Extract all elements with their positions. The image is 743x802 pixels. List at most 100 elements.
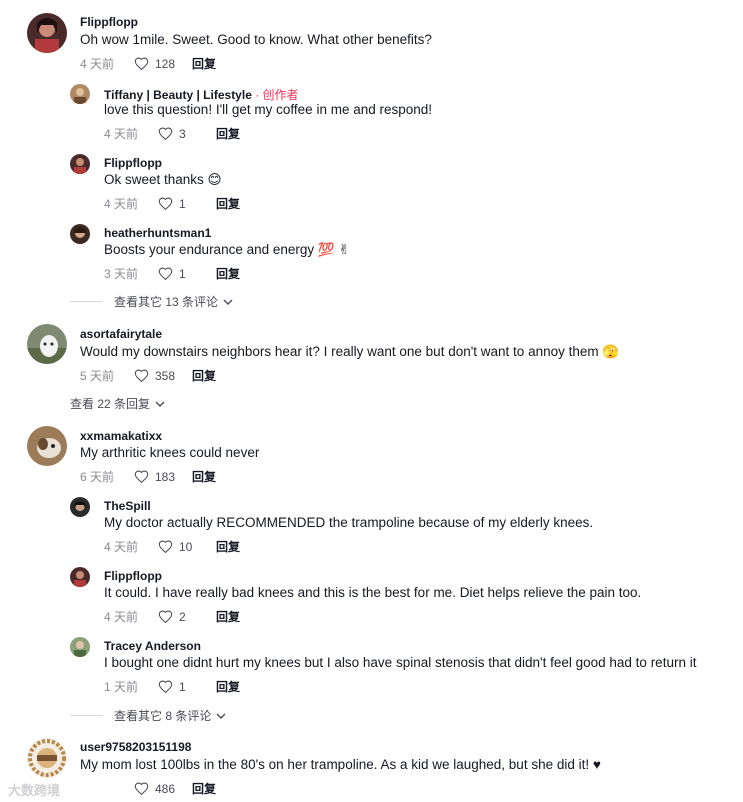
avatar[interactable] xyxy=(27,426,67,466)
comment-meta: 486 回复 xyxy=(80,780,216,797)
chevron-down-icon xyxy=(223,299,233,305)
divider xyxy=(70,301,102,302)
view-more-label: 查看其它 13 条评论 xyxy=(114,295,219,309)
comment-text: My mom lost 100lbs in the 80's on her tr… xyxy=(80,757,601,772)
comment-text: love this question! I'll get my coffee i… xyxy=(104,102,433,117)
avatar[interactable] xyxy=(27,738,67,778)
reply-button[interactable]: 回复 xyxy=(216,125,240,142)
comment-text: Would my downstairs neighbors hear it? I… xyxy=(80,344,620,359)
like-count: 358 xyxy=(155,368,176,383)
reply-button[interactable]: 回复 xyxy=(216,195,240,212)
like-button[interactable]: 183 xyxy=(134,470,192,484)
comment-text: My arthritic knees could never xyxy=(80,445,260,460)
chevron-down-icon xyxy=(216,713,226,719)
heart-icon xyxy=(134,57,149,70)
comment-meta: 4 天前 1 回复 xyxy=(104,195,240,212)
avatar[interactable] xyxy=(70,567,90,587)
comment-text: I bought one didnt hurt my knees but I a… xyxy=(104,655,697,670)
like-count: 3 xyxy=(179,126,186,141)
avatar[interactable] xyxy=(70,224,90,244)
like-count: 128 xyxy=(155,56,176,71)
view-more-label: 查看其它 8 条评论 xyxy=(114,709,212,723)
comment-time: 1 天前 xyxy=(104,680,139,694)
like-button[interactable]: 10 xyxy=(158,540,216,554)
comment-meta: 4 天前 3 回复 xyxy=(104,125,240,142)
comment-time: 4 天前 xyxy=(104,197,139,211)
like-button[interactable]: 1 xyxy=(158,197,216,211)
username-text: Tiffany | Beauty | Lifestyle xyxy=(104,88,252,102)
like-count: 1 xyxy=(179,196,186,211)
reply-button[interactable]: 回复 xyxy=(216,265,240,282)
reply-button[interactable]: 回复 xyxy=(216,538,240,555)
comment-username[interactable]: Tracey Anderson xyxy=(104,639,201,653)
chevron-down-icon xyxy=(155,401,165,407)
comment-text: My doctor actually RECOMMENDED the tramp… xyxy=(104,515,594,530)
like-button[interactable]: 3 xyxy=(158,127,216,141)
like-count: 1 xyxy=(179,266,186,281)
comment-text: It could. I have really bad knees and th… xyxy=(104,585,642,600)
reply-button[interactable]: 回复 xyxy=(216,678,240,695)
comment-username[interactable]: Tiffany | Beauty | Lifestyle · 创作者 xyxy=(104,86,299,103)
heart-icon xyxy=(134,369,149,382)
comment-username[interactable]: TheSpill xyxy=(104,499,151,513)
heart-icon xyxy=(134,782,149,795)
divider xyxy=(70,715,102,716)
like-button[interactable]: 486 xyxy=(134,782,192,796)
like-button[interactable]: 1 xyxy=(158,267,216,281)
like-count: 10 xyxy=(179,539,193,554)
comment-time: 6 天前 xyxy=(80,470,115,484)
avatar[interactable] xyxy=(70,637,90,657)
avatar[interactable] xyxy=(27,13,67,53)
like-button[interactable]: 128 xyxy=(134,57,192,71)
heart-icon xyxy=(158,127,173,140)
comment-username[interactable]: xxmamakatixx xyxy=(80,429,162,443)
like-count: 183 xyxy=(155,469,176,484)
comment-username[interactable]: Flippflopp xyxy=(80,15,138,29)
comment-text: Oh wow 1mile. Sweet. Good to know. What … xyxy=(80,32,432,47)
comment-username[interactable]: user9758203151198 xyxy=(80,740,191,754)
reply-button[interactable]: 回复 xyxy=(192,367,216,384)
reply-button[interactable]: 回复 xyxy=(192,780,216,797)
comment-time: 3 天前 xyxy=(104,267,139,281)
heart-icon xyxy=(158,680,173,693)
avatar[interactable] xyxy=(70,497,90,517)
view-more-comments[interactable]: 查看其它 8 条评论 xyxy=(70,707,226,724)
comment-time: 4 天前 xyxy=(80,57,115,71)
heart-icon xyxy=(158,197,173,210)
view-replies-label: 查看 22 条回复 xyxy=(70,397,151,411)
comment-time: 5 天前 xyxy=(80,369,115,383)
comment-text: Boosts your endurance and energy 💯 ✌ xyxy=(104,242,350,257)
view-more-comments[interactable]: 查看其它 13 条评论 xyxy=(70,293,233,310)
watermark: 大数跨境 xyxy=(8,783,61,798)
like-count: 486 xyxy=(155,781,176,796)
comment-meta: 1 天前 1 回复 xyxy=(104,678,240,695)
comment-username[interactable]: asortafairytale xyxy=(80,327,162,341)
reply-button[interactable]: 回复 xyxy=(192,468,216,485)
heart-icon xyxy=(158,610,173,623)
like-button[interactable]: 2 xyxy=(158,610,216,624)
comment-username[interactable]: Flippflopp xyxy=(104,156,162,170)
comment-meta: 3 天前 1 回复 xyxy=(104,265,240,282)
comment-username[interactable]: Flippflopp xyxy=(104,569,162,583)
comment-meta: 6 天前 183 回复 xyxy=(80,468,216,485)
comment-meta: 5 天前 358 回复 xyxy=(80,367,216,384)
like-count: 2 xyxy=(179,609,186,624)
heart-icon xyxy=(158,267,173,280)
like-button[interactable]: 358 xyxy=(134,369,192,383)
comment-meta: 4 天前 2 回复 xyxy=(104,608,240,625)
view-replies[interactable]: 查看 22 条回复 xyxy=(70,395,165,412)
comment-meta: 4 天前 128 回复 xyxy=(80,55,216,72)
reply-button[interactable]: 回复 xyxy=(216,608,240,625)
comment-username[interactable]: heatherhuntsman1 xyxy=(104,226,211,240)
comment-time: 4 天前 xyxy=(104,540,139,554)
comment-text: Ok sweet thanks 😊 xyxy=(104,172,222,187)
avatar[interactable] xyxy=(70,154,90,174)
comment-meta: 4 天前 10 回复 xyxy=(104,538,240,555)
comment-time: 4 天前 xyxy=(104,610,139,624)
reply-button[interactable]: 回复 xyxy=(192,55,216,72)
avatar[interactable] xyxy=(27,324,67,364)
heart-icon xyxy=(134,470,149,483)
heart-icon xyxy=(158,540,173,553)
avatar[interactable] xyxy=(70,84,90,104)
like-button[interactable]: 1 xyxy=(158,680,216,694)
